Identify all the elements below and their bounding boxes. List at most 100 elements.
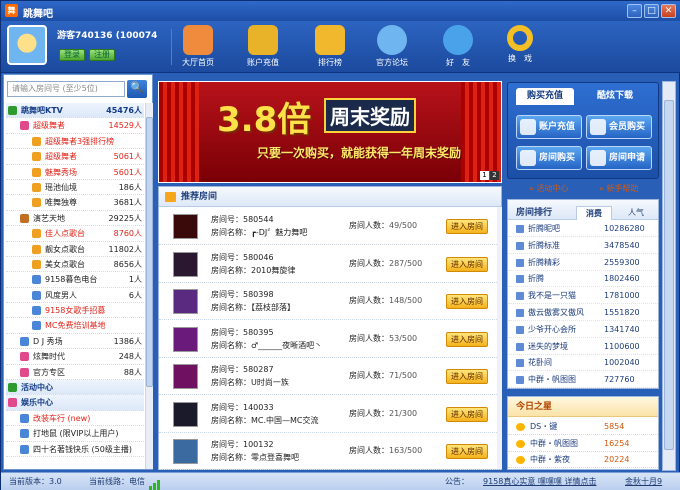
tree-item[interactable]: 娱乐中心 xyxy=(6,395,144,411)
rooms-scrollbar[interactable] xyxy=(497,207,502,469)
banner-page-2[interactable]: 2 xyxy=(490,171,499,180)
tree-item[interactable]: 演艺天地 29225人 xyxy=(6,211,144,227)
avatar[interactable] xyxy=(7,25,47,65)
star-row[interactable]: DS・键 5854 xyxy=(508,419,658,435)
ranking-row[interactable]: 折腾精彩 2559300 xyxy=(508,255,658,271)
tree-item[interactable]: 改装车行 (new) xyxy=(6,411,144,427)
room-people-label: 房间人数： xyxy=(349,446,389,455)
nav-ranking[interactable]: 排行榜 xyxy=(301,23,359,71)
newbie-help-link[interactable]: » 新手帮助 xyxy=(599,183,638,194)
tree-item[interactable]: 跳舞吧KTV 45476人 xyxy=(6,103,144,119)
enter-room-button[interactable]: 进入房间 xyxy=(446,444,488,459)
right-scrollbar[interactable] xyxy=(662,81,676,471)
room-id-label: 房间号： xyxy=(211,290,243,299)
nav-home[interactable]: 大厅首页 xyxy=(169,23,227,71)
right-scrollbar-thumb[interactable] xyxy=(664,100,674,450)
room-row: 房间号：140033 房间名称：MC.中国—MC交流 房间人数：21/300 进入房间 xyxy=(159,396,501,433)
room-id-value: 580046 xyxy=(243,252,274,262)
app-logo-icon: 舞 xyxy=(5,4,18,17)
title-bar[interactable]: 舞 跳舞吧 – □ ✕ xyxy=(1,1,680,21)
notice-link-2[interactable]: 金秋十月9 xyxy=(625,473,662,490)
member-purchase-button[interactable]: 会员购买 xyxy=(586,115,652,139)
room-thumbnail[interactable] xyxy=(173,401,198,427)
enter-room-button[interactable]: 进入房间 xyxy=(446,294,488,309)
room-thumbnail[interactable] xyxy=(173,214,198,239)
tree-item[interactable]: 靓女点歌台 11802人 xyxy=(6,242,144,257)
room-id-value: 580287 xyxy=(243,365,274,374)
room-thumbnail[interactable] xyxy=(173,289,198,314)
nav-friends[interactable]: 好 友 xyxy=(429,23,487,71)
tree-item[interactable]: 炫舞时代 248人 xyxy=(6,349,144,365)
room-search-input[interactable]: 请输入房间号 (至少5位) xyxy=(7,81,125,97)
notice-link[interactable]: 9158真心实意 嘿嘿嘿 详情点击 xyxy=(483,473,596,490)
tree-item[interactable]: 超级舞者 5061人 xyxy=(6,149,144,165)
tree-item[interactable]: 打地鼠 (限VIP以上用户) xyxy=(6,426,144,442)
ranking-row[interactable]: 折腾 1802460 xyxy=(508,271,658,288)
minimize-button[interactable]: – xyxy=(627,4,642,18)
tree-item[interactable]: 佳人点歌台 8760人 xyxy=(6,226,144,242)
star-value: 16254 xyxy=(604,438,630,448)
tree-item[interactable]: 美女点歌台 8656人 xyxy=(6,257,144,273)
tab-download[interactable]: 酷炫下载 xyxy=(580,88,650,105)
room-apply-button[interactable]: 房间申请 xyxy=(586,146,652,170)
tree-item[interactable]: 9158女歌手招募 xyxy=(6,303,144,319)
room-thumbnail[interactable] xyxy=(173,251,198,277)
ranking-row[interactable]: 中群・帆图图 727760 xyxy=(508,372,658,389)
room-thumbnail[interactable] xyxy=(173,439,198,464)
room-id-label: 房间号： xyxy=(211,402,243,412)
tree-item[interactable]: 风度男人 6人 xyxy=(6,288,144,304)
room-thumbnail[interactable] xyxy=(173,326,198,352)
tab-consumption[interactable]: 消费 xyxy=(576,206,612,220)
search-button[interactable]: 🔍 xyxy=(127,80,147,98)
ranking-row[interactable]: 我不是一只猫 1781000 xyxy=(508,288,658,305)
room-category-icon xyxy=(32,167,41,177)
tree-item[interactable]: MC免费培训基地 xyxy=(6,318,144,334)
room-thumbnail[interactable] xyxy=(173,364,198,389)
promo-banner[interactable]: 3.8倍 周末奖励 只要一次购买，就能获得一年周末奖励 12 xyxy=(158,81,502,183)
nav-forum[interactable]: 官方论坛 xyxy=(363,23,421,71)
room-id-label: 房间号： xyxy=(211,327,243,337)
account-recharge-button[interactable]: 账户充值 xyxy=(516,115,582,139)
tree-item[interactable]: 唯舞独尊 3681人 xyxy=(6,195,144,211)
tree-item[interactable]: 超级舞者3强排行榜 xyxy=(6,134,144,150)
room-people-label: 房间人数： xyxy=(349,371,389,380)
star-row[interactable]: 中群・帆图图 16254 xyxy=(508,436,658,452)
ranking-row[interactable]: 花卧间 1002040 xyxy=(508,355,658,372)
star-row[interactable]: 中群・紫夜 20224 xyxy=(508,452,658,468)
register-button[interactable]: 注册 xyxy=(89,49,115,61)
tree-item[interactable]: 9158暮色电台 1人 xyxy=(6,272,144,288)
login-button[interactable]: 登录 xyxy=(59,49,85,61)
room-category-icon xyxy=(20,213,29,223)
enter-room-button[interactable]: 进入房间 xyxy=(446,406,488,422)
room-name: 房间名称：♂______夜晰酒吧丶 xyxy=(211,340,322,351)
enter-room-button[interactable]: 进入房间 xyxy=(446,256,488,272)
tree-item[interactable]: 魅舞秀场 5601人 xyxy=(6,165,144,180)
nav-recharge[interactable]: 账户充值 xyxy=(234,23,292,71)
enter-room-button[interactable]: 进入房间 xyxy=(446,369,488,384)
activity-center-link[interactable]: » 活动中心 xyxy=(529,183,568,194)
tree-scrollbar[interactable] xyxy=(145,103,153,469)
ranking-row[interactable]: 迷失的梦境 1100600 xyxy=(508,339,658,355)
enter-room-button[interactable]: 进入房间 xyxy=(446,331,488,347)
tree-scrollbar-thumb[interactable] xyxy=(146,117,153,387)
tree-item[interactable]: 官方专区 88人 xyxy=(6,365,144,381)
tree-item[interactable]: D J 秀场 1386人 xyxy=(6,334,144,350)
close-button[interactable]: ✕ xyxy=(661,4,676,18)
tab-purchase[interactable]: 购买充值 xyxy=(516,88,574,105)
ranking-row[interactable]: 傲云傲雾又傲风 1551820 xyxy=(508,305,658,321)
ranking-row[interactable]: 折腾昵吧 10286280 xyxy=(508,221,658,237)
tree-item[interactable]: 活动中心 xyxy=(6,380,144,396)
ranking-row[interactable]: 少爷开心会所 1341740 xyxy=(508,322,658,338)
ranking-row[interactable]: 折腾标准 3478540 xyxy=(508,238,658,254)
maximize-button[interactable]: □ xyxy=(644,4,659,18)
room-purchase-button[interactable]: 房间购买 xyxy=(516,146,582,170)
tree-item[interactable]: 四十名著钱快乐 (50级主播) xyxy=(6,442,144,457)
nav-switch[interactable]: 换 戏 xyxy=(491,23,549,71)
banner-page-1[interactable]: 1 xyxy=(480,171,489,180)
tree-item[interactable]: 瑶池仙境 186人 xyxy=(6,180,144,196)
tree-item[interactable]: 超级舞者 14529人 xyxy=(6,118,144,134)
nav-friends-label: 好 友 xyxy=(446,58,470,67)
ranking-value: 1781000 xyxy=(604,291,640,301)
tab-popularity[interactable]: 人气 xyxy=(618,206,654,220)
enter-room-button[interactable]: 进入房间 xyxy=(446,219,488,234)
